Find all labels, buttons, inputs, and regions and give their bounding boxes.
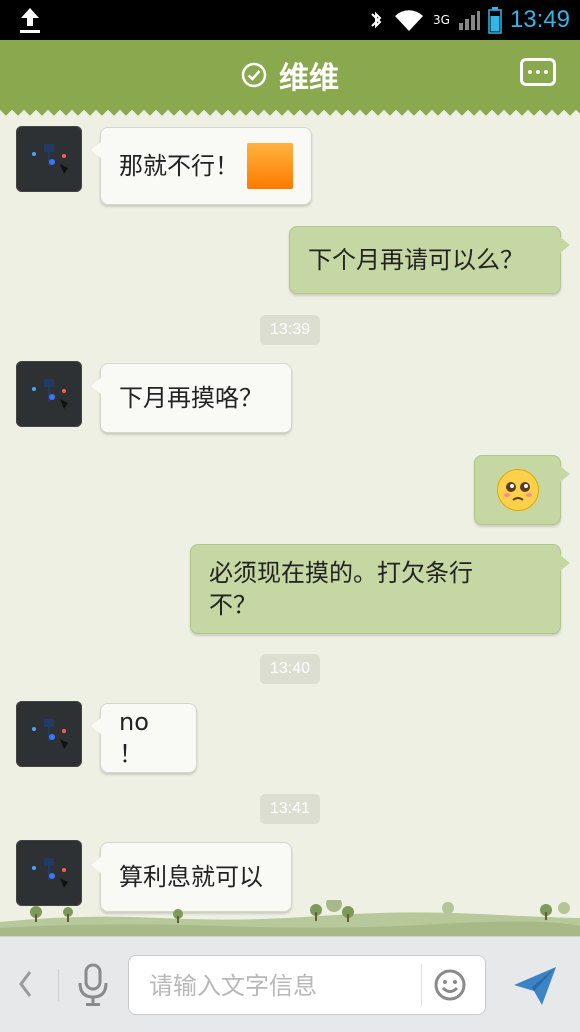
back-chevron-icon[interactable] bbox=[18, 969, 32, 999]
wifi-icon bbox=[395, 10, 423, 32]
battery-icon bbox=[488, 7, 502, 34]
bluetooth-icon bbox=[371, 11, 382, 29]
send-icon[interactable] bbox=[512, 963, 558, 1009]
contact-avatar[interactable] bbox=[16, 361, 82, 427]
message-input-field bbox=[128, 955, 486, 1015]
message-text: 那就不行！ bbox=[119, 151, 239, 180]
contact-name: 维维 bbox=[279, 61, 339, 96]
outgoing-message[interactable]: 必须现在摸的。打欠条行不？ bbox=[190, 544, 570, 634]
outgoing-emoji-message[interactable] bbox=[474, 455, 570, 525]
divider bbox=[421, 964, 422, 1006]
clock-time: 13:49 bbox=[509, 6, 570, 33]
message-input[interactable] bbox=[147, 966, 411, 1006]
more-button[interactable] bbox=[520, 58, 556, 86]
signal-icon bbox=[458, 11, 480, 30]
network-type-label: 3G bbox=[433, 13, 450, 27]
message-text: 算利息就可以 bbox=[119, 862, 263, 891]
check-circle-icon bbox=[241, 62, 267, 88]
contact-avatar[interactable] bbox=[16, 840, 82, 906]
timestamp: 13:40 bbox=[260, 654, 320, 684]
landscape-decoration bbox=[0, 900, 580, 936]
smiley-icon[interactable] bbox=[433, 968, 467, 1002]
more-icon bbox=[528, 70, 532, 74]
incoming-message[interactable]: 那就不行！ bbox=[91, 127, 312, 205]
incoming-message[interactable]: 下月再摸咯？ bbox=[91, 363, 292, 433]
incoming-message[interactable]: no ！ bbox=[91, 703, 197, 773]
divider bbox=[58, 969, 59, 1001]
chat-header: 维维 bbox=[0, 40, 580, 116]
outgoing-message[interactable]: 下个月再请可以么？ bbox=[289, 226, 570, 294]
timestamp: 13:41 bbox=[260, 794, 320, 824]
message-text: 下个月再请可以么？ bbox=[308, 245, 524, 274]
message-text: 必须现在摸的。打欠条行不？ bbox=[209, 558, 473, 619]
contact-avatar[interactable] bbox=[16, 126, 82, 192]
orange-sticker-icon bbox=[247, 143, 293, 189]
microphone-icon[interactable] bbox=[76, 963, 110, 1007]
input-bar bbox=[0, 936, 580, 1032]
contact-avatar[interactable] bbox=[16, 701, 82, 767]
message-text: no ！ bbox=[119, 707, 149, 768]
upload-icon bbox=[20, 8, 40, 33]
status-bar: 3G 13:49 bbox=[0, 0, 580, 40]
crying-face-emoji-icon bbox=[496, 469, 539, 511]
timestamp: 13:39 bbox=[260, 315, 320, 345]
message-text: 下月再摸咯？ bbox=[119, 383, 263, 412]
